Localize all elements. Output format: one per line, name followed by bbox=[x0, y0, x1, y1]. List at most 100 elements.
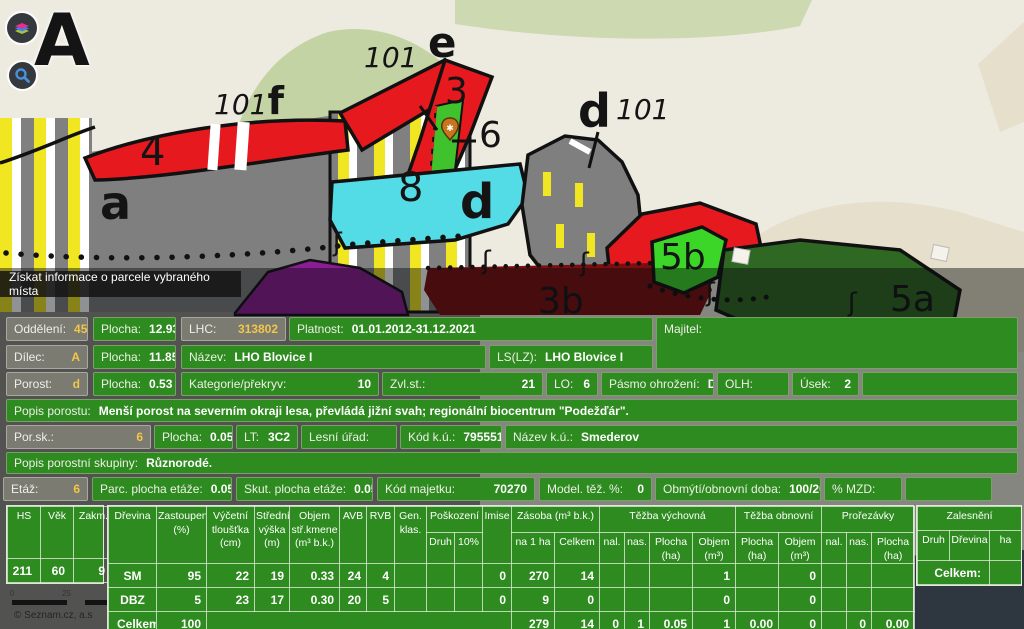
map-label-a: a bbox=[100, 180, 131, 226]
stats-table-left: HSVěkZakm.211609 bbox=[6, 505, 104, 584]
field-label: LO: bbox=[554, 377, 573, 391]
total-label: Celkem: bbox=[918, 561, 990, 585]
stat-group-header: AVB bbox=[340, 507, 367, 564]
field-value: 12.93 bbox=[149, 322, 176, 336]
stat-value: 0 bbox=[693, 588, 736, 612]
field-value: 21 bbox=[522, 377, 535, 391]
field-label: Název k.ú.: bbox=[513, 430, 573, 444]
layers-button[interactable] bbox=[7, 13, 37, 43]
stat-sub-header: ha bbox=[990, 531, 1022, 561]
stat-value: 0 bbox=[483, 588, 512, 612]
stat-value bbox=[822, 564, 847, 588]
field-model-tez: Model. těž. %: 0 bbox=[539, 477, 652, 501]
species-cell: SM bbox=[109, 564, 157, 588]
map-tooltip: Získat informace o parcele vybraného mís… bbox=[0, 271, 241, 297]
stat-group-header: Dřevina bbox=[109, 507, 157, 564]
field-oddeleni: Oddělení: 45 bbox=[6, 317, 88, 341]
field-lesni-urad: Lesní úřad: bbox=[301, 425, 397, 449]
stat-value: 5 bbox=[367, 588, 395, 612]
yellow-dash bbox=[575, 183, 583, 207]
field-value: 01.01.2012-31.12.2021 bbox=[352, 322, 476, 336]
stat-sub-header: nal. bbox=[600, 533, 625, 564]
stat-value: 1 bbox=[693, 612, 736, 629]
field-value: Smederov bbox=[581, 430, 639, 444]
field-zvlst: Zvl.st.: 21 bbox=[382, 372, 543, 396]
field-label: Skut. plocha etáže: bbox=[244, 482, 346, 496]
field-label: Obmýtí/obnovní doba: bbox=[663, 482, 781, 496]
field-label: Dílec: bbox=[14, 350, 45, 364]
stat-group-header: Zásoba (m³ b.k.) bbox=[512, 507, 600, 533]
stat-value bbox=[736, 564, 779, 588]
field-porost: Porost: d bbox=[6, 372, 88, 396]
stat-value: 0.05 bbox=[650, 612, 693, 629]
field-empty bbox=[862, 372, 1018, 396]
stat-value: 0 bbox=[600, 612, 625, 629]
map-label-4: 4 bbox=[140, 132, 165, 172]
stat-value: 1 bbox=[693, 564, 736, 588]
stat-sub-header: Objem (m³) bbox=[693, 533, 736, 564]
map-label-8: 8 bbox=[398, 168, 423, 208]
stat-group-header: Gen. klas. bbox=[395, 507, 427, 564]
field-value: 11.85 bbox=[149, 350, 176, 364]
tooltip-text: Získat informace o parcele vybraného mís… bbox=[9, 270, 241, 298]
field-value: 0.05 bbox=[211, 482, 232, 496]
field-popis-porostu: Popis porostu: Menší porost na severním … bbox=[6, 399, 1018, 422]
stats-table-zalesneni: ZalesněníDruhDřevinahaCelkem: bbox=[916, 505, 1022, 586]
layers-icon bbox=[12, 18, 32, 38]
stat-value: 24 bbox=[340, 564, 367, 588]
search-button[interactable] bbox=[9, 62, 36, 89]
building-square bbox=[931, 244, 950, 261]
field-label: Lesní úřad: bbox=[309, 430, 369, 444]
field-plocha-oddeleni: Plocha: 12.93 bbox=[93, 317, 176, 341]
map-label-d-cyan: d bbox=[460, 178, 494, 226]
stat-value: 0 bbox=[779, 612, 822, 629]
stat-group-header: Střední výška (m) bbox=[255, 507, 290, 564]
field-value: 70270 bbox=[494, 482, 527, 496]
stat-value bbox=[395, 564, 427, 588]
stat-value: 19 bbox=[255, 564, 290, 588]
species-cell: DBZ bbox=[109, 588, 157, 612]
field-label: Parc. plocha etáže: bbox=[100, 482, 203, 496]
field-lt: LT: 3C2 bbox=[236, 425, 298, 449]
field-label: LS(LZ): bbox=[497, 350, 537, 364]
stat-group-header: Poškození bbox=[427, 507, 483, 533]
field-value: 10 bbox=[358, 377, 371, 391]
field-label: Zvl.st.: bbox=[390, 377, 425, 391]
stat-value: 279 bbox=[512, 612, 555, 629]
stat-value: 100 bbox=[157, 612, 207, 629]
field-label: LHC: bbox=[189, 322, 216, 336]
field-label: Porost: bbox=[14, 377, 52, 391]
field-label: Kód majetku: bbox=[385, 482, 455, 496]
field-empty bbox=[905, 477, 992, 501]
map-label-f: f bbox=[267, 79, 284, 123]
field-label: % MZD: bbox=[832, 482, 875, 496]
stat-value bbox=[822, 612, 847, 629]
field-plocha-porsk: Plocha: 0.05 bbox=[154, 425, 233, 449]
field-value: Různorodé. bbox=[146, 456, 212, 470]
yellow-dash bbox=[543, 172, 551, 196]
field-plocha-porost: Plocha: 0.53 bbox=[93, 372, 176, 396]
map-symbol: ʃ bbox=[333, 230, 342, 256]
field-value: LHO Blovice I bbox=[545, 350, 623, 364]
stat-sub-header: 10% bbox=[455, 533, 483, 564]
stat-sub-header: Plocha (ha) bbox=[650, 533, 693, 564]
stat-value bbox=[455, 564, 483, 588]
stat-value bbox=[847, 564, 872, 588]
svg-text:✱: ✱ bbox=[446, 124, 454, 134]
building-square bbox=[732, 248, 750, 265]
field-value: 3C2 bbox=[268, 430, 290, 444]
stat-value: 0 bbox=[847, 612, 872, 629]
field-value: 2 bbox=[844, 377, 851, 391]
stat-value bbox=[600, 564, 625, 588]
map-label-101f: 101 bbox=[214, 88, 267, 121]
stat-value bbox=[872, 588, 915, 612]
field-label: Model. těž. %: bbox=[547, 482, 623, 496]
stat-sub-header: Celkem bbox=[555, 533, 600, 564]
stat-sub-header: Plocha (ha) bbox=[872, 533, 915, 564]
map-label-101e: 101 bbox=[364, 44, 417, 72]
field-kod-ku: Kód k.ú.: 795551 bbox=[400, 425, 502, 449]
stat-value bbox=[990, 561, 1022, 585]
field-value: 0 bbox=[637, 482, 644, 496]
stat-sub-header: nal. bbox=[822, 533, 847, 564]
stat-group-header: Imise bbox=[483, 507, 512, 564]
